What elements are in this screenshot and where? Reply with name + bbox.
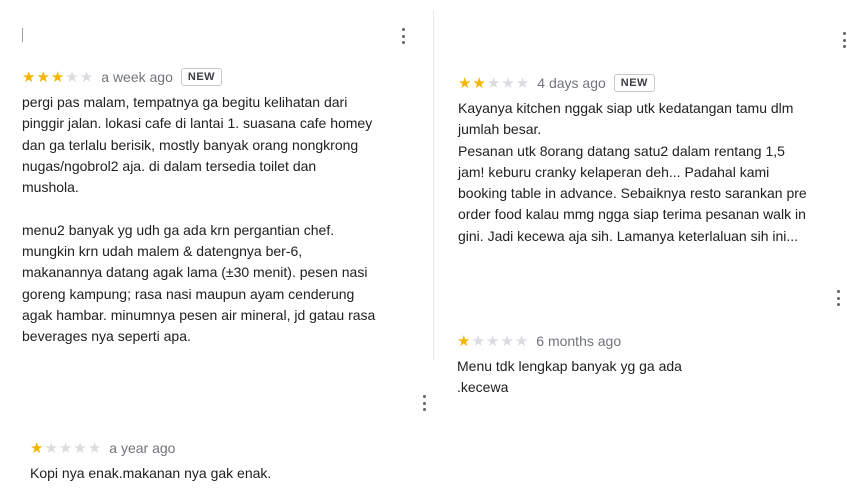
review-text: pergi pas malam, tempatnya ga begitu kel… <box>22 94 376 345</box>
star-icon: ★ <box>65 68 79 86</box>
star-icon: ★ <box>58 439 73 457</box>
text-cursor <box>22 28 23 42</box>
rating-stars: ★ ★ ★ ★ ★ <box>457 334 528 349</box>
review-card-2: ★ ★ ★ ★ ★ 4 days ago NEW Kayanya kitchen ngg… <box>437 0 847 300</box>
star-icon: ★ <box>515 74 530 92</box>
review-text: Menu tdk lengkap banyak yg ga ada .kecew… <box>457 358 682 396</box>
star-icon: ★ <box>471 332 485 350</box>
star-icon: ★ <box>73 439 87 457</box>
more-vert-icon[interactable] <box>421 395 427 411</box>
star-icon: ★ <box>457 332 471 350</box>
review-age: 4 days ago <box>537 75 606 91</box>
more-vert-icon[interactable] <box>841 32 847 48</box>
rating-stars: ★ ★ ★ ★ ★ <box>22 70 93 85</box>
more-vert-icon[interactable] <box>400 28 406 44</box>
star-icon: ★ <box>458 74 472 92</box>
review-age: a year ago <box>109 440 176 456</box>
star-icon: ★ <box>485 332 500 350</box>
star-icon: ★ <box>486 74 501 92</box>
star-icon: ★ <box>87 439 102 457</box>
review-card-1: ★ ★ ★ ★ ★ a week ago NEW pergi pas malam, te… <box>0 0 432 360</box>
divider <box>433 10 434 360</box>
more-vert-icon[interactable] <box>835 290 841 306</box>
star-icon: ★ <box>30 439 44 457</box>
review-card-3: ★ ★ ★ ★ ★ 6 months ago Menu tdk lengkap bany… <box>437 280 847 410</box>
star-icon: ★ <box>500 332 514 350</box>
review-card-4: ★ ★ ★ ★ ★ a year ago Kopi nya enak.makanan n… <box>8 362 437 498</box>
star-icon: ★ <box>50 68 65 86</box>
new-badge: NEW <box>180 68 223 86</box>
star-icon: ★ <box>36 68 50 86</box>
review-age: 6 months ago <box>536 333 622 349</box>
new-badge: NEW <box>613 74 655 92</box>
review-age: a week ago <box>101 69 173 85</box>
review-text: Kayanya kitchen nggak siap utk kedatanga… <box>458 100 807 244</box>
star-icon: ★ <box>472 74 486 92</box>
star-icon: ★ <box>514 332 529 350</box>
star-icon: ★ <box>44 439 58 457</box>
rating-stars: ★ ★ ★ ★ ★ <box>30 441 101 456</box>
star-icon: ★ <box>79 68 94 86</box>
rating-stars: ★ ★ ★ ★ ★ <box>458 76 529 91</box>
star-icon: ★ <box>22 68 36 86</box>
review-text: Kopi nya enak.makanan nya gak enak. <box>30 465 272 481</box>
star-icon: ★ <box>501 74 515 92</box>
